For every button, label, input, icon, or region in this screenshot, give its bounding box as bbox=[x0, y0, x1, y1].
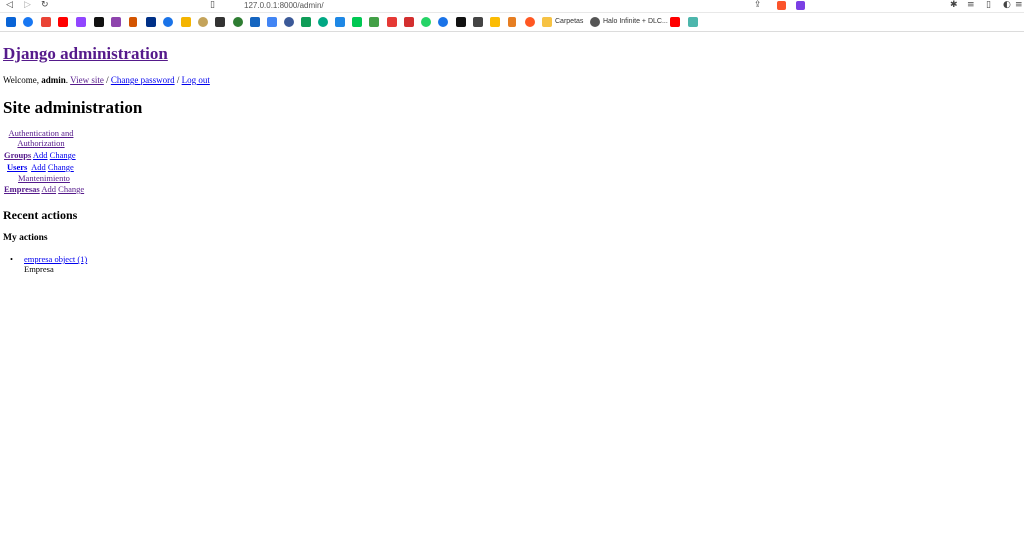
browser-toolbar: ◁ ▷ ↻ ▯ 127.0.0.1:8000/admin/ ⇪ ✱ ≡ ▯ ◐ … bbox=[0, 0, 1024, 13]
app-caption-auth: Authentication and Authorization bbox=[8, 128, 74, 148]
bookmark-dark-icon[interactable] bbox=[94, 17, 104, 27]
app-caption-line: Authorization bbox=[17, 138, 65, 148]
welcome-prefix: Welcome, bbox=[3, 75, 42, 85]
youtube-icon[interactable] bbox=[58, 17, 68, 27]
bookmark-orange-icon[interactable] bbox=[508, 17, 516, 27]
view-site-link[interactable]: View site bbox=[70, 75, 104, 85]
youtube2-icon[interactable] bbox=[670, 17, 680, 27]
bookmark-blue2-icon[interactable] bbox=[250, 17, 260, 27]
bookmark-red2-icon[interactable] bbox=[404, 17, 414, 27]
bookmark-icon[interactable]: ▯ bbox=[210, 0, 215, 11]
bookmark-teal-icon[interactable] bbox=[318, 17, 328, 27]
bookmark-w-icon[interactable] bbox=[335, 17, 345, 27]
bookmark-gray-icon[interactable] bbox=[473, 17, 483, 27]
bookmark-yellow-icon[interactable] bbox=[181, 17, 191, 27]
whatsapp-icon[interactable] bbox=[421, 17, 431, 27]
bookmark-blue-icon[interactable] bbox=[163, 17, 173, 27]
page-title: Site administration bbox=[3, 98, 143, 117]
site-title: Django administration bbox=[3, 44, 168, 64]
bookmarks-bar: Carpetas Halo Infinite + DLC... bbox=[0, 13, 1024, 32]
model-empresas-link[interactable]: Empresas bbox=[4, 184, 40, 194]
username: admin bbox=[41, 75, 66, 85]
model-groups-link[interactable]: Groups bbox=[4, 150, 31, 160]
extensions-icon[interactable]: ✱ bbox=[950, 0, 958, 11]
facebook-icon[interactable] bbox=[23, 17, 33, 27]
app-caption-line: Authentication and bbox=[8, 128, 74, 138]
bookmark-feather-icon[interactable] bbox=[129, 17, 137, 27]
translate-icon[interactable] bbox=[267, 17, 277, 27]
recent-actions-title: Recent actions bbox=[3, 208, 78, 222]
log-out-link[interactable]: Log out bbox=[182, 75, 210, 85]
gmail-icon[interactable] bbox=[41, 17, 51, 27]
groups-change-link[interactable]: Change bbox=[50, 150, 76, 160]
forward-icon[interactable]: ▷ bbox=[24, 0, 31, 11]
outlook-icon[interactable] bbox=[6, 17, 16, 27]
separator: / bbox=[103, 75, 111, 85]
action-type: Empresa bbox=[24, 264, 54, 274]
back-icon[interactable]: ◁ bbox=[6, 0, 13, 11]
users-change-link[interactable]: Change bbox=[48, 162, 74, 172]
bookmark-dark2-icon[interactable] bbox=[215, 17, 225, 27]
bookmark-circle-icon[interactable] bbox=[284, 17, 294, 27]
app-auth-link[interactable]: Authentication and Authorization bbox=[9, 128, 74, 148]
halo-icon[interactable] bbox=[590, 17, 600, 27]
my-actions-title: My actions bbox=[3, 233, 48, 243]
users-add-link[interactable]: Add bbox=[31, 162, 46, 172]
separator: / bbox=[174, 75, 182, 85]
bookmark-tan-icon[interactable] bbox=[198, 17, 208, 27]
drive-icon[interactable] bbox=[490, 17, 500, 27]
app-mantenimiento-link[interactable]: Mantenimiento bbox=[18, 173, 70, 183]
bookmark-green-icon[interactable] bbox=[233, 17, 243, 27]
model-users-link[interactable]: Users bbox=[7, 162, 27, 172]
list-item: empresa object (1) Empresa bbox=[10, 254, 87, 274]
bookmark-carpetas[interactable]: Carpetas bbox=[555, 17, 583, 27]
sidebar-icon[interactable]: ▯ bbox=[986, 0, 991, 11]
paypal-icon[interactable] bbox=[146, 17, 156, 27]
bookmark-teal2-icon[interactable] bbox=[688, 17, 698, 27]
bookmark-b-icon[interactable] bbox=[352, 17, 362, 27]
telegram-icon[interactable] bbox=[438, 17, 448, 27]
bookmark-red-icon[interactable] bbox=[387, 17, 397, 27]
app-caption-mantenimiento: Mantenimiento bbox=[18, 173, 70, 183]
groups-add-link[interactable]: Add bbox=[33, 150, 48, 160]
twitch-icon[interactable] bbox=[76, 17, 86, 27]
model-row-groups: Groups Add Change bbox=[4, 150, 76, 160]
share-icon[interactable]: ⇪ bbox=[754, 0, 762, 11]
menu-icon[interactable]: ≡ bbox=[1015, 0, 1023, 11]
user-tools: Welcome, admin. View site / Change passw… bbox=[3, 75, 210, 85]
bookmark-x-icon[interactable] bbox=[456, 17, 466, 27]
bookmark-leaf-icon[interactable] bbox=[369, 17, 379, 27]
model-row-users: Users Add Change bbox=[7, 162, 74, 172]
brave-rewards-icon[interactable] bbox=[796, 1, 805, 10]
actions-list: empresa object (1) Empresa bbox=[10, 254, 87, 274]
empresas-add-link[interactable]: Add bbox=[41, 184, 56, 194]
address-bar[interactable]: 127.0.0.1:8000/admin/ bbox=[244, 0, 324, 11]
model-row-empresas: Empresas Add Change bbox=[4, 184, 84, 194]
folder-icon[interactable] bbox=[542, 17, 552, 27]
change-password-link[interactable]: Change password bbox=[111, 75, 175, 85]
brave-shield-icon[interactable] bbox=[777, 1, 786, 10]
bookmark-flower-icon[interactable] bbox=[525, 17, 535, 27]
bookmark-purple-icon[interactable] bbox=[111, 17, 121, 27]
action-object-link[interactable]: empresa object (1) bbox=[24, 254, 87, 264]
bookmark-halo[interactable]: Halo Infinite + DLC... bbox=[603, 17, 668, 27]
playlist-icon[interactable]: ≡ bbox=[967, 0, 975, 11]
reload-icon[interactable]: ↻ bbox=[41, 0, 49, 11]
profile-icon[interactable]: ◐ bbox=[1003, 0, 1011, 11]
site-title-link[interactable]: Django administration bbox=[3, 44, 168, 63]
empresas-change-link[interactable]: Change bbox=[58, 184, 84, 194]
sheets-icon[interactable] bbox=[301, 17, 311, 27]
